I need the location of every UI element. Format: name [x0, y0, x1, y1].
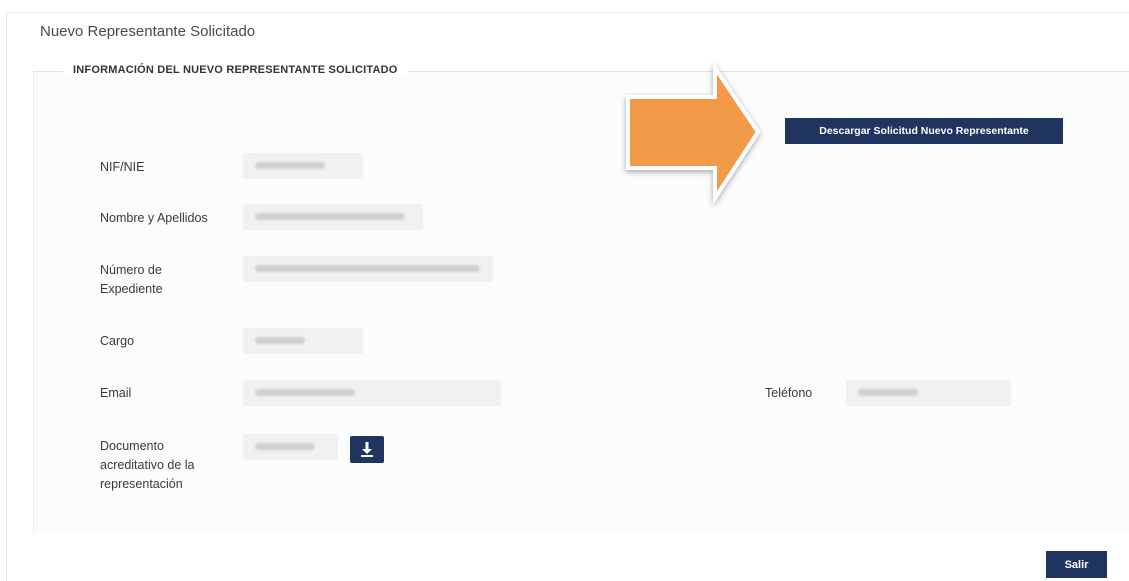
exit-button[interactable]: Salir [1046, 551, 1107, 578]
nif-label: NIF/NIE [100, 160, 145, 174]
download-icon [361, 442, 373, 457]
page-title: Nuevo Representante Solicitado [40, 23, 256, 40]
name-value [243, 204, 423, 230]
arrow-right-icon [626, 62, 761, 205]
document-label: Documento acreditativo de la representac… [100, 439, 195, 491]
name-label: Nombre y Apellidos [100, 211, 208, 225]
section-legend: INFORMACIÓN DEL NUEVO REPRESENTANTE SOLI… [63, 64, 408, 76]
document-filename [243, 434, 338, 460]
email-value [243, 380, 501, 406]
file-number-label: Número de Expediente [100, 263, 163, 296]
file-number-value [243, 256, 493, 282]
phone-value [846, 380, 1011, 406]
phone-label: Teléfono [765, 386, 813, 400]
email-label: Email [100, 386, 132, 400]
download-document-button[interactable] [350, 436, 384, 463]
position-label: Cargo [100, 334, 135, 348]
download-request-button[interactable]: Descargar Solicitud Nuevo Representante [785, 118, 1063, 144]
nif-value [243, 153, 363, 179]
position-value [243, 328, 363, 354]
